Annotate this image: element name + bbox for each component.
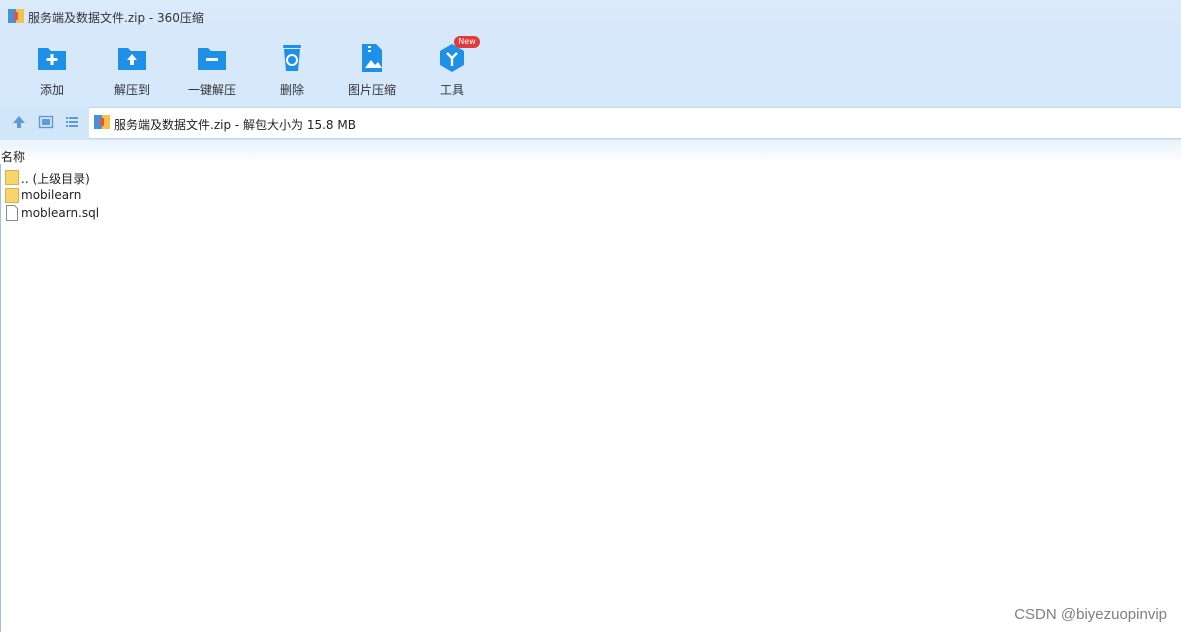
recycle-bin-icon bbox=[283, 45, 301, 71]
list-item[interactable]: .. (上级目录) bbox=[3, 168, 303, 186]
file-name: moblearn.sql bbox=[21, 206, 100, 220]
file-icon bbox=[6, 205, 18, 221]
image-compress-button[interactable]: 图片压缩 bbox=[332, 38, 412, 100]
navigation-bar: 服务端及数据文件.zip - 解包大小为 15.8 MB bbox=[0, 106, 1181, 140]
toolbar: 添加 解压到 一键解压 删除 图片压缩 New 工具 bbox=[0, 34, 1181, 106]
watermark: CSDN @biyezuopinvip bbox=[1014, 606, 1167, 623]
address-text: 服务端及数据文件.zip - 解包大小为 15.8 MB bbox=[114, 118, 356, 132]
window-title: 服务端及数据文件.zip - 360压缩 bbox=[28, 11, 204, 25]
tools-label: 工具 bbox=[439, 83, 464, 97]
archive-icon bbox=[8, 9, 24, 23]
list-item[interactable]: mobilearn bbox=[3, 186, 303, 204]
title-bar: 服务端及数据文件.zip - 360压缩 bbox=[0, 0, 1181, 34]
address-bar[interactable]: 服务端及数据文件.zip - 解包大小为 15.8 MB bbox=[89, 107, 1181, 139]
list-view-icon[interactable] bbox=[64, 114, 80, 130]
add-label: 添加 bbox=[39, 83, 64, 97]
left-border bbox=[0, 164, 1, 632]
add-button[interactable]: 添加 bbox=[12, 38, 92, 100]
one-click-extract-label: 一键解压 bbox=[187, 83, 236, 97]
thumbnail-view-icon[interactable] bbox=[38, 114, 54, 130]
column-header-bar: 名称 bbox=[0, 140, 1181, 164]
delete-button[interactable]: 删除 bbox=[252, 38, 332, 100]
one-click-extract-button[interactable]: 一键解压 bbox=[172, 38, 252, 100]
image-compress-icon bbox=[362, 44, 382, 72]
one-click-extract-icon bbox=[198, 48, 226, 70]
name-column-header[interactable]: 名称 bbox=[1, 148, 25, 165]
extract-to-button[interactable]: 解压到 bbox=[92, 38, 172, 100]
extract-to-icon bbox=[118, 48, 146, 70]
folder-icon bbox=[5, 188, 19, 203]
tools-button[interactable]: New 工具 bbox=[412, 36, 492, 100]
up-arrow-icon[interactable] bbox=[11, 114, 27, 130]
extract-to-label: 解压到 bbox=[113, 83, 150, 97]
new-badge: New bbox=[454, 36, 480, 48]
delete-label: 删除 bbox=[279, 83, 304, 97]
add-folder-icon bbox=[38, 48, 66, 70]
archive-icon bbox=[94, 115, 110, 129]
file-name: .. (上级目录) bbox=[21, 172, 90, 186]
list-item[interactable]: moblearn.sql bbox=[3, 204, 303, 222]
folder-icon bbox=[5, 170, 19, 185]
image-compress-label: 图片压缩 bbox=[347, 83, 396, 97]
file-name: mobilearn bbox=[21, 188, 82, 202]
